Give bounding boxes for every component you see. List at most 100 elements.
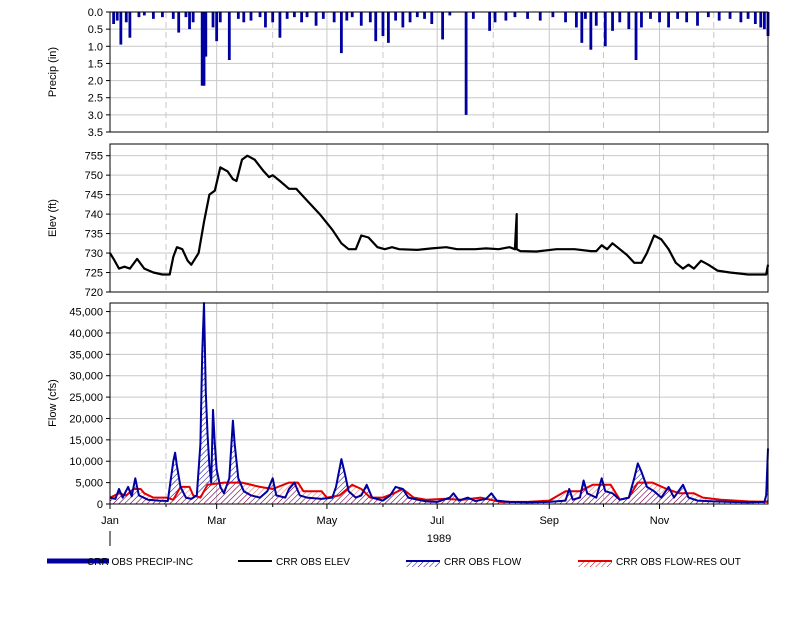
precip-bar (401, 12, 405, 28)
elev-y-tick-label: 730 (85, 248, 103, 260)
precip-bar (634, 12, 638, 60)
precip-bar (188, 12, 191, 30)
precip-bar (292, 12, 296, 18)
precip-bar (285, 12, 289, 19)
precip-bar (667, 12, 670, 28)
elev-y-tick-label: 740 (85, 209, 103, 221)
legend: CRR OBS PRECIP-INC CRR OBS ELEV CRR OBS … (0, 556, 800, 576)
precip-bar (115, 12, 119, 21)
precip-bar (564, 12, 567, 23)
precip-bar (227, 12, 231, 60)
x-axis-year-label: 1989 (427, 533, 451, 545)
flow-y-tick-label: 35,000 (69, 349, 103, 361)
precip-bar (215, 12, 219, 42)
flow-y-tick-label: 45,000 (69, 307, 103, 319)
legend-label-precip: CRR OBS PRECIP-INC (87, 557, 194, 568)
elev-y-tick-label: 735 (85, 229, 103, 241)
elev-y-tick-label: 745 (85, 190, 103, 202)
elev-plot-area (110, 144, 768, 292)
precip-bar (137, 12, 141, 18)
flow-y-ticks: 0 5,000 10,000 15,000 20,000 25,000 30,000 35,0… (69, 307, 110, 511)
elev-y-tick-label: 750 (85, 170, 103, 182)
elev-y-axis-label: Elev (ft) (47, 199, 59, 237)
precip-bar (112, 12, 116, 24)
precip-bar (381, 12, 385, 36)
precip-bar (218, 12, 222, 23)
legend-label-resout: CRR OBS FLOW-RES OUT (616, 557, 741, 568)
precip-bar (271, 12, 275, 23)
elev-y-tick-label: 720 (85, 287, 103, 299)
precip-bar (574, 12, 578, 28)
precip-bar (538, 12, 542, 21)
precip-bar (171, 12, 175, 19)
precip-panel: 0.0 0.5 1.0 1.5 2.0 2.5 3.0 3.5 Precip (in) (47, 7, 770, 139)
precip-bar (696, 12, 699, 26)
precip-bar (441, 12, 445, 40)
precip-bar (368, 12, 372, 23)
elev-y-tick-label: 755 (85, 151, 103, 163)
precip-bar (423, 12, 426, 19)
precip-bar (430, 12, 434, 24)
precip-bar (142, 12, 146, 16)
precip-bar (513, 12, 517, 18)
hydrograph-chart: 0.0 0.5 1.0 1.5 2.0 2.5 3.0 3.5 Precip (in) 720… (47, 7, 770, 546)
precip-bar (448, 12, 452, 16)
precip-bar (300, 12, 304, 23)
precip-bar (408, 12, 412, 23)
precip-bar (415, 12, 419, 18)
precip-plot-area (110, 12, 768, 132)
precip-bar (611, 12, 614, 31)
precip-bar (278, 12, 282, 38)
flow-y-tick-label: 15,000 (69, 435, 103, 447)
precip-bar (618, 12, 622, 23)
precip-bar (627, 12, 631, 30)
precip-bar (161, 12, 164, 18)
precip-bar (350, 12, 354, 18)
precip-bar (386, 12, 390, 43)
elev-y-ticks: 720 725 730 735 740 745 750 755 (85, 151, 110, 299)
precip-y-tick-label: 0.5 (88, 24, 103, 36)
precip-bar (640, 12, 643, 28)
precip-y-ticks: 0.0 0.5 1.0 1.5 2.0 2.5 3.0 3.5 (88, 7, 110, 139)
flow-y-tick-label: 40,000 (69, 328, 103, 340)
precip-bar (526, 12, 529, 19)
precip-bar (464, 12, 468, 115)
legend-label-flow: CRR OBS FLOW (444, 557, 522, 568)
precip-bar (584, 12, 587, 19)
precip-bar (236, 12, 240, 19)
precip-bar (332, 12, 336, 23)
legend-label-elev: CRR OBS ELEV (276, 557, 350, 568)
precip-bar (119, 12, 123, 45)
precip-bar (504, 12, 508, 21)
precip-bar (580, 12, 584, 43)
precip-bar (339, 12, 343, 54)
precip-bar (204, 12, 208, 57)
precip-y-tick-label: 1.5 (88, 58, 103, 70)
precip-bar (184, 12, 188, 18)
precip-bar (739, 12, 743, 23)
precip-bar (394, 12, 398, 21)
precip-bar (211, 12, 215, 28)
precip-bar (177, 12, 181, 33)
flow-y-tick-label: 5,000 (75, 478, 103, 490)
precip-bar (128, 12, 132, 38)
x-tick-label: Sep (539, 515, 559, 527)
elev-panel: 720 725 730 735 740 745 750 755 Elev (ft) (47, 143, 770, 299)
flow-y-tick-label: 10,000 (69, 456, 103, 468)
x-tick-label: Jan (101, 515, 119, 527)
precip-bar (249, 12, 253, 21)
flow-panel: 0 5,000 10,000 15,000 20,000 25,000 30,000 35,0… (47, 302, 769, 511)
precip-y-tick-label: 0.0 (88, 7, 103, 19)
precip-bar (471, 12, 475, 19)
precip-y-tick-label: 2.5 (88, 93, 103, 105)
precip-bar (728, 12, 732, 19)
flow-y-tick-label: 30,000 (69, 371, 103, 383)
precip-bar (314, 12, 318, 26)
precip-bar (762, 12, 766, 30)
precip-bar (345, 12, 349, 21)
precip-bar (493, 12, 497, 23)
precip-bar (151, 12, 155, 19)
precip-bar (589, 12, 593, 50)
precip-bar (717, 12, 721, 21)
x-tick-label: Nov (650, 515, 670, 527)
